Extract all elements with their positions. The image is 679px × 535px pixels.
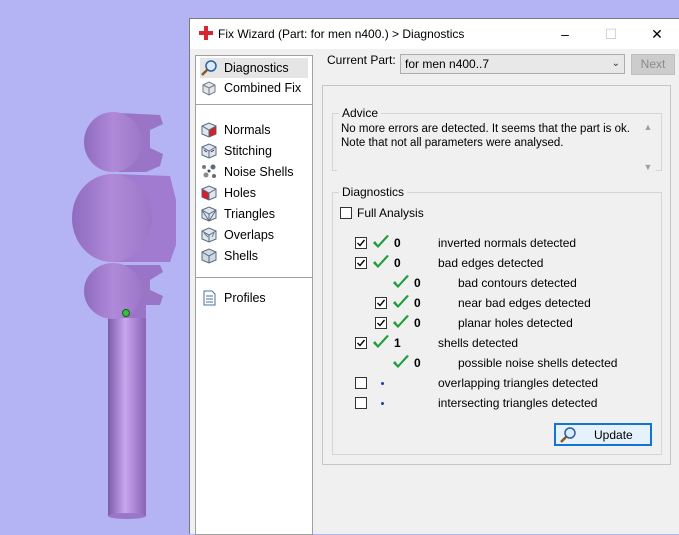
advice-textbox[interactable]: No more errors are detected. It seems th… — [337, 122, 656, 174]
profiles-doc-icon — [203, 290, 216, 306]
green-check-icon — [373, 255, 389, 268]
nav-item-normals[interactable]: Normals — [200, 120, 308, 140]
window-title: Fix Wizard (Part: for men n400.) > Diagn… — [218, 27, 465, 41]
overlaps-cube-icon — [201, 227, 217, 243]
magnifier-icon — [201, 60, 217, 76]
noise-shells-icon — [202, 164, 216, 178]
overlapping-triangles-checkbox[interactable] — [355, 377, 367, 389]
full-analysis-label: Full Analysis — [357, 206, 424, 220]
bad-edges-label: bad edges detected — [438, 256, 544, 270]
nav-label: Holes — [224, 186, 256, 200]
title-bar[interactable]: Fix Wizard (Part: for men n400.) > Diagn… — [190, 19, 679, 49]
diagnostics-title: Diagnostics — [339, 185, 408, 199]
scroll-up-icon[interactable]: ▲ — [642, 122, 654, 134]
current-part-select[interactable]: for men n400..7 ⌄ — [400, 54, 625, 74]
holes-cube-icon — [201, 185, 217, 201]
green-check-icon — [373, 235, 389, 248]
nav-label: Profiles — [224, 291, 266, 305]
nav-label: Diagnostics — [224, 61, 289, 75]
red-cross-icon — [199, 26, 213, 40]
green-check-icon — [393, 295, 409, 308]
nav-divider — [196, 104, 312, 105]
nav-item-shells[interactable]: Shells — [200, 246, 308, 266]
nav-item-stitching[interactable]: Stitching — [200, 141, 308, 161]
status-dot-icon — [381, 402, 384, 405]
magnifier-icon — [560, 426, 576, 443]
nav-label: Noise Shells — [224, 165, 294, 179]
bad-contours-count: 0 — [414, 276, 421, 290]
nav-item-triangles[interactable]: Triangles — [200, 204, 308, 224]
inverted-normals-count: 0 — [394, 236, 401, 250]
advice-title: Advice — [339, 106, 382, 120]
diagnostics-group: Diagnostics Full Analysis 0 inverted nor… — [332, 185, 662, 455]
green-check-icon — [393, 355, 409, 368]
next-button[interactable]: Next — [631, 54, 675, 75]
normals-cube-icon — [201, 122, 217, 138]
green-check-icon — [373, 335, 389, 348]
inverted-normals-checkbox[interactable] — [355, 237, 367, 249]
shells-label: shells detected — [438, 336, 519, 350]
combined-fix-icon — [202, 81, 216, 96]
full-analysis-checkbox[interactable] — [340, 207, 352, 219]
green-check-icon — [393, 315, 409, 328]
planar-holes-label: planar holes detected — [458, 316, 573, 330]
nav-item-overlaps[interactable]: Overlaps — [200, 225, 308, 245]
inverted-normals-label: inverted normals detected — [438, 236, 577, 250]
fix-wizard-dialog: Fix Wizard (Part: for men n400.) > Diagn… — [189, 18, 679, 535]
advice-text: No more errors are detected. It seems th… — [341, 123, 630, 149]
near-bad-edges-count: 0 — [414, 296, 421, 310]
advice-group: Advice No more errors are detected. It s… — [332, 106, 662, 174]
green-check-icon — [393, 275, 409, 288]
close-button[interactable]: ✕ — [634, 19, 679, 49]
diagnostics-main-panel: Advice No more errors are detected. It s… — [322, 85, 671, 465]
triangles-cube-icon — [201, 206, 217, 222]
shells-cube-icon — [201, 248, 217, 264]
maximize-button[interactable]: ☐ — [588, 19, 634, 49]
nav-label: Combined Fix — [224, 81, 302, 95]
shells-checkbox[interactable] — [355, 337, 367, 349]
nav-label: Overlaps — [224, 228, 275, 242]
stitching-cube-icon — [201, 143, 217, 159]
update-button[interactable]: Update — [554, 423, 652, 446]
nav-label: Normals — [224, 123, 271, 137]
noise-shells-label: possible noise shells detected — [458, 356, 618, 370]
noise-shells-count: 0 — [414, 356, 421, 370]
minimize-button[interactable]: – — [542, 19, 588, 49]
planar-holes-count: 0 — [414, 316, 421, 330]
nav-label: Stitching — [224, 144, 272, 158]
nav-item-profiles[interactable]: Profiles — [200, 288, 308, 308]
nav-divider — [196, 277, 312, 278]
nav-item-noise-shells[interactable]: Noise Shells — [200, 162, 308, 182]
chevron-down-icon: ⌄ — [611, 58, 620, 69]
status-dot-icon — [381, 382, 384, 385]
nav-item-holes[interactable]: Holes — [200, 183, 308, 203]
bad-edges-count: 0 — [394, 256, 401, 270]
current-part-value: for men n400..7 — [405, 57, 490, 71]
intersecting-triangles-label: intersecting triangles detected — [438, 396, 598, 410]
nav-item-combined-fix[interactable]: Combined Fix — [200, 78, 308, 98]
nav-label: Shells — [224, 249, 259, 263]
near-bad-edges-label: near bad edges detected — [458, 296, 591, 310]
intersecting-triangles-checkbox[interactable] — [355, 397, 367, 409]
wizard-nav-panel: Diagnostics Combined Fix Normals Stitchi… — [195, 55, 313, 535]
bad-edges-checkbox[interactable] — [355, 257, 367, 269]
scroll-down-icon[interactable]: ▼ — [642, 162, 654, 174]
overlapping-triangles-label: overlapping triangles detected — [438, 376, 599, 390]
nav-item-diagnostics[interactable]: Diagnostics — [200, 58, 308, 78]
update-label: Update — [594, 427, 633, 442]
nav-label: Triangles — [224, 207, 275, 221]
planar-holes-checkbox[interactable] — [375, 317, 387, 329]
near-bad-edges-checkbox[interactable] — [375, 297, 387, 309]
bad-contours-label: bad contours detected — [458, 276, 577, 290]
shells-count: 1 — [394, 336, 401, 350]
current-part-label: Current Part: — [327, 53, 396, 67]
viewport-3d-model[interactable] — [0, 0, 190, 534]
